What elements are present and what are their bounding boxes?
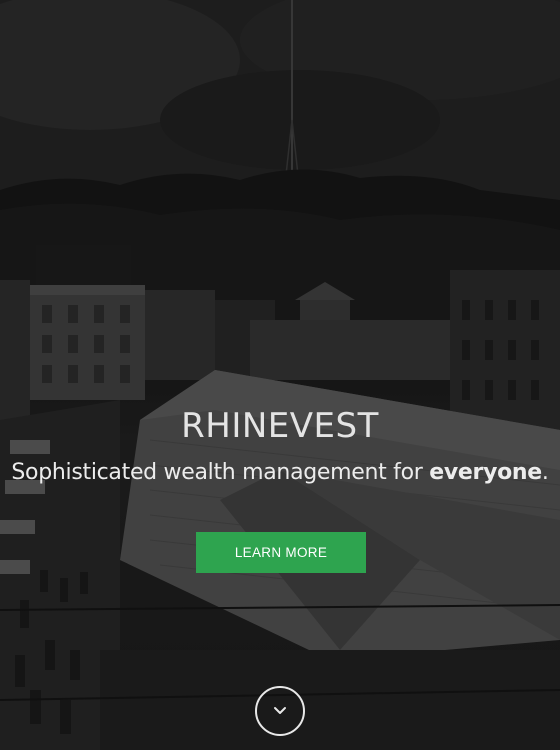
learn-more-button[interactable]: LEARN MORE [196, 532, 366, 573]
brand-title: RHINEVEST [181, 406, 379, 446]
tagline-period: . [541, 460, 549, 485]
hero-section: RHINEVEST Sophisticated wealth managemen… [0, 0, 560, 750]
scroll-down-button[interactable] [255, 686, 305, 736]
chevron-down-icon [274, 707, 286, 714]
tagline-emphasis: everyone [429, 460, 542, 485]
hero-content: RHINEVEST Sophisticated wealth managemen… [0, 0, 560, 750]
hero-tagline: Sophisticated wealth management for ever… [0, 460, 560, 485]
tagline-text: Sophisticated wealth management for [11, 460, 430, 485]
